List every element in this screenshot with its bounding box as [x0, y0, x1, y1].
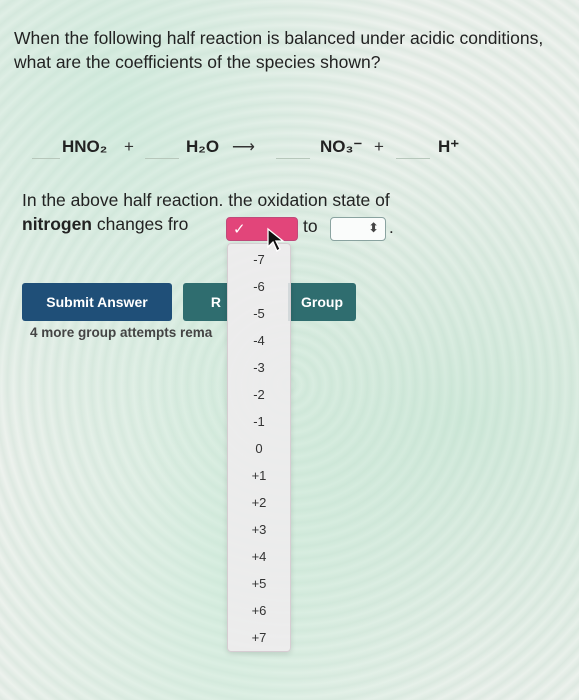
group-button[interactable]: Group [288, 283, 356, 321]
dropdown-option[interactable]: -1 [228, 414, 290, 429]
coefficient-blank-3[interactable] [276, 158, 310, 159]
dropdown-option[interactable]: -3 [228, 360, 290, 375]
dropdown-option[interactable]: -4 [228, 333, 290, 348]
attempts-remaining: 4 more group attempts rema [30, 325, 213, 340]
question-text: When the following half reaction is bala… [14, 28, 544, 72]
mouse-cursor-icon [267, 227, 285, 252]
dropdown-option[interactable]: -2 [228, 387, 290, 402]
species-hno2: HNO₂ [62, 137, 108, 156]
to-oxidation-select[interactable]: ⬍ [330, 217, 386, 241]
dropdown-option[interactable]: +1 [228, 468, 290, 483]
dropdown-option[interactable]: 0 [228, 441, 290, 456]
coefficient-blank-2[interactable] [145, 158, 179, 159]
oxidation-element: nitrogen [22, 214, 92, 234]
coefficient-blank-1[interactable] [32, 158, 60, 159]
oxidation-middle: changes fro [96, 214, 189, 234]
plus-sign: + [374, 137, 384, 156]
species-h2o: H₂O [186, 137, 220, 156]
oxidation-dropdown-list[interactable]: -7 -6 -5 -4 -3 -2 -1 0 +1 +2 +3 +4 +5 +6… [227, 243, 291, 652]
submit-answer-button[interactable]: Submit Answer [22, 283, 172, 321]
dropdown-option[interactable]: +2 [228, 495, 290, 510]
species-h-plus: H⁺ [438, 137, 460, 156]
period: . [389, 218, 394, 237]
dropdown-option[interactable]: +3 [228, 522, 290, 537]
dropdown-option[interactable]: -6 [228, 279, 290, 294]
retry-button[interactable]: R [183, 283, 227, 321]
dropdown-option[interactable]: +5 [228, 576, 290, 591]
oxidation-prefix: In the above half reaction. the oxidatio… [22, 190, 390, 210]
check-icon: ✓ [233, 221, 246, 238]
coefficient-blank-4[interactable] [396, 158, 430, 159]
reaction-arrow: ⟶ [232, 139, 255, 156]
dropdown-option[interactable]: +6 [228, 603, 290, 618]
select-arrows-icon: ⬍ [368, 220, 379, 235]
dropdown-option[interactable]: +4 [228, 549, 290, 564]
dropdown-option[interactable]: -5 [228, 306, 290, 321]
to-label: to [303, 216, 318, 236]
plus-sign: + [124, 137, 134, 156]
species-no3: NO₃⁻ [320, 137, 363, 156]
dropdown-option[interactable]: +7 [228, 630, 290, 645]
dropdown-option[interactable]: -7 [228, 252, 290, 267]
